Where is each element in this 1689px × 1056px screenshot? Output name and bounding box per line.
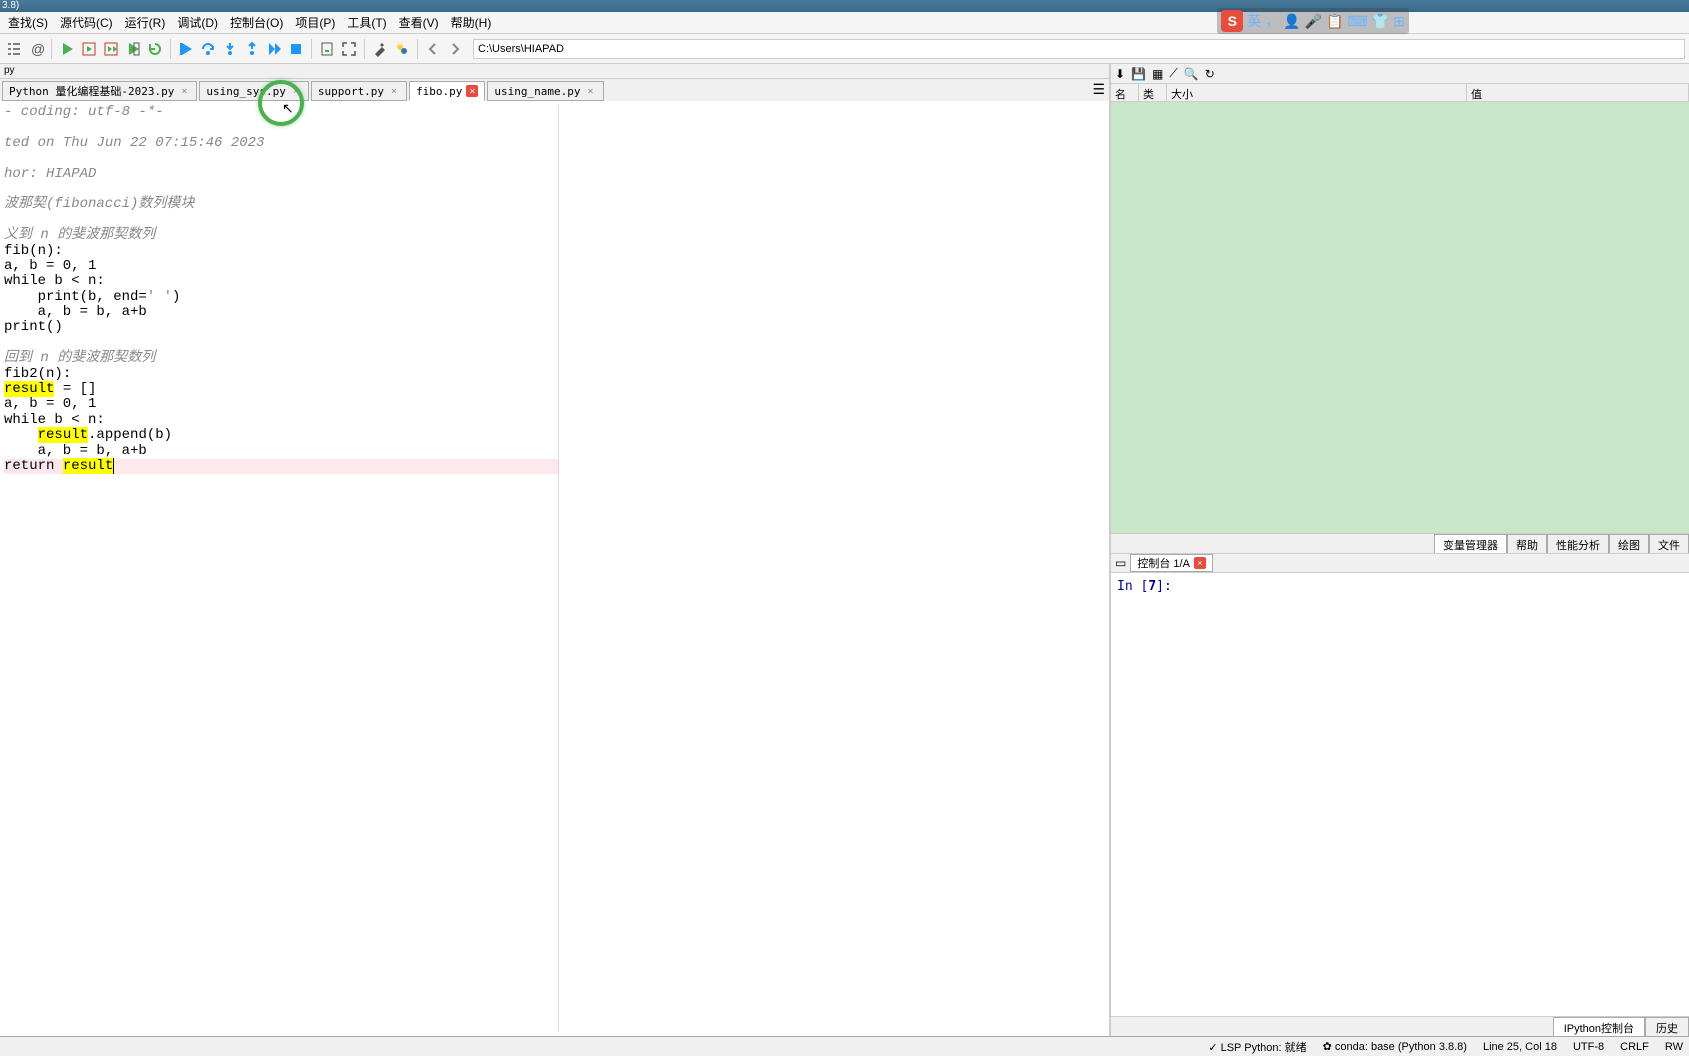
menu-tools[interactable]: 工具(T) — [341, 12, 392, 33]
console-menu-icon[interactable]: ▭ — [1115, 556, 1126, 570]
menu-console[interactable]: 控制台(O) — [224, 12, 289, 33]
debug-file-icon[interactable] — [317, 39, 337, 59]
ime-skin-icon[interactable]: 👕 — [1372, 13, 1389, 30]
code-editor[interactable]: - coding: utf-8 -*- ted on Thu Jun 22 07… — [0, 101, 1109, 1036]
continue-icon[interactable] — [264, 39, 284, 59]
preferences-icon[interactable] — [370, 39, 390, 59]
menu-project[interactable]: 项目(P) — [289, 12, 341, 33]
tab-using-sys[interactable]: using_sys.py× — [199, 81, 308, 101]
close-icon[interactable]: × — [178, 85, 190, 97]
variable-toolbar: ⬇ 💾 ▦ ⟋ 🔍 ↻ — [1111, 64, 1689, 84]
console-header: ▭ 控制台 1/A× — [1111, 553, 1689, 573]
tab-variable-explorer[interactable]: 变量管理器 — [1434, 534, 1507, 553]
run-selection-icon[interactable] — [123, 39, 143, 59]
ime-user-icon[interactable]: 👤 — [1283, 13, 1300, 30]
ime-keyboard-icon[interactable]: ⌨ — [1348, 13, 1368, 30]
variable-header: 名称 类型 大小 值 — [1111, 84, 1689, 102]
hamburger-icon[interactable]: ☰ — [1092, 81, 1105, 98]
ime-mic-icon[interactable]: 🎤 — [1305, 13, 1322, 30]
ime-punct[interactable]: ， — [1265, 11, 1279, 31]
status-eol[interactable]: CRLF — [1620, 1041, 1649, 1053]
tab-ipython[interactable]: IPython控制台 — [1553, 1017, 1645, 1036]
ime-clip-icon[interactable]: 📋 — [1326, 13, 1343, 30]
console-tab[interactable]: 控制台 1/A× — [1130, 554, 1213, 572]
step-out-icon[interactable] — [242, 39, 262, 59]
search-icon[interactable]: 🔍 — [1184, 67, 1199, 81]
menu-help[interactable]: 帮助(H) — [445, 12, 498, 33]
svg-text:@: @ — [31, 41, 44, 57]
close-icon[interactable]: × — [585, 85, 597, 97]
status-bar: ✓ LSP Python: 就绪 ✿ conda: base (Python 3… — [0, 1036, 1689, 1056]
ime-lang[interactable]: 英 — [1247, 11, 1261, 31]
menu-run[interactable]: 运行(R) — [119, 12, 172, 33]
menu-bar: 查找(S) 源代码(C) 运行(R) 调试(D) 控制台(O) 项目(P) 工具… — [0, 12, 1689, 34]
console-tabs: IPython控制台 历史 — [1111, 1016, 1689, 1036]
close-icon[interactable]: × — [466, 85, 478, 97]
tab-help[interactable]: 帮助 — [1507, 534, 1547, 553]
outline-icon[interactable] — [4, 39, 24, 59]
editor-tabs: Python 量化编程基础-2023.py× using_sys.py× sup… — [0, 79, 1109, 101]
forward-icon[interactable] — [445, 39, 465, 59]
menu-debug[interactable]: 调试(D) — [171, 12, 224, 33]
email-icon[interactable]: @ — [26, 39, 46, 59]
tab-using-name[interactable]: using_name.py× — [487, 81, 603, 101]
tab-plots[interactable]: 绘图 — [1609, 534, 1649, 553]
tab-python-quant[interactable]: Python 量化编程基础-2023.py× — [2, 81, 197, 101]
status-rw: RW — [1665, 1041, 1683, 1053]
status-conda[interactable]: ✿ conda: base (Python 3.8.8) — [1323, 1040, 1467, 1053]
tab-profiler[interactable]: 性能分析 — [1547, 534, 1609, 553]
console[interactable]: In [7]: — [1111, 573, 1689, 1016]
variable-pane[interactable] — [1111, 102, 1689, 533]
maximize-icon[interactable] — [339, 39, 359, 59]
debug-icon[interactable] — [176, 39, 196, 59]
status-position: Line 25, Col 18 — [1483, 1041, 1557, 1053]
refresh-icon[interactable]: ↻ — [1205, 67, 1215, 81]
save-icon[interactable]: 💾 — [1131, 67, 1146, 81]
menu-view[interactable]: 查看(V) — [393, 12, 445, 33]
file-label: py — [0, 64, 1109, 79]
ime-menu-icon[interactable]: ⊞ — [1393, 13, 1405, 30]
tab-fibo[interactable]: fibo.py× — [409, 81, 485, 101]
menu-source[interactable]: 源代码(C) — [54, 12, 119, 33]
close-icon[interactable]: × — [1194, 557, 1206, 569]
tab-files[interactable]: 文件 — [1649, 534, 1689, 553]
stop-icon[interactable] — [286, 39, 306, 59]
status-encoding[interactable]: UTF-8 — [1573, 1041, 1604, 1053]
ime-bar[interactable]: S 英 ， 👤 🎤 📋 ⌨ 👕 ⊞ — [1217, 8, 1409, 34]
step-in-icon[interactable] — [220, 39, 240, 59]
title-bar: 3.8) — [0, 0, 1689, 12]
run-cell-advance-icon[interactable] — [101, 39, 121, 59]
rerun-icon[interactable] — [145, 39, 165, 59]
import-icon[interactable]: ⬇ — [1115, 67, 1125, 81]
clear-icon[interactable]: ⟋ — [1169, 66, 1177, 81]
toolbar: @ — [0, 34, 1689, 64]
run-cell-icon[interactable] — [79, 39, 99, 59]
sogou-icon[interactable]: S — [1221, 10, 1243, 32]
tab-history[interactable]: 历史 — [1645, 1017, 1689, 1036]
close-icon[interactable]: × — [290, 85, 302, 97]
back-icon[interactable] — [423, 39, 443, 59]
step-over-icon[interactable] — [198, 39, 218, 59]
run-icon[interactable] — [57, 39, 77, 59]
menu-find[interactable]: 查找(S) — [2, 12, 54, 33]
status-lsp: ✓ LSP Python: 就绪 — [1208, 1039, 1306, 1055]
python-path-icon[interactable] — [392, 39, 412, 59]
sheet-icon[interactable]: ▦ — [1152, 67, 1163, 81]
tab-support[interactable]: support.py× — [311, 81, 407, 101]
close-icon[interactable]: × — [388, 85, 400, 97]
path-input[interactable] — [473, 39, 1685, 59]
variable-tabs: 变量管理器 帮助 性能分析 绘图 文件 — [1111, 533, 1689, 553]
